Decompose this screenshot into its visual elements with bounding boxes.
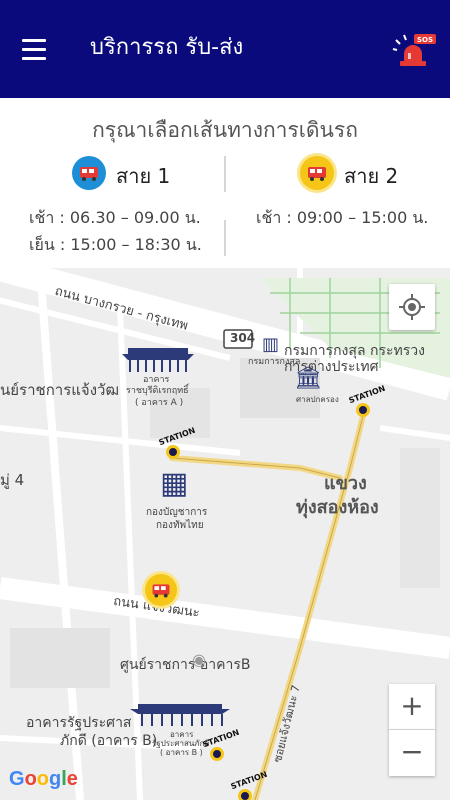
route-1-morning-time: เช้า : 06.30 – 09.00 น. (29, 208, 201, 227)
place-label: นย์ราชการแจ้งวัฒ (0, 381, 120, 399)
place-pin-icon: ◉ (192, 650, 206, 669)
station-marker[interactable]: STATION (200, 728, 240, 764)
my-location-button[interactable] (389, 284, 435, 330)
place-label: กองทัพไทย (156, 520, 204, 531)
station-marker[interactable]: STATION (156, 426, 196, 462)
place-label: กรมการกงสุล (248, 357, 301, 367)
station-dot-icon (238, 789, 252, 800)
hamburger-line (22, 57, 46, 60)
my-location-icon (399, 294, 425, 320)
route-2-name: สาย 2 (344, 164, 399, 188)
route-1-name: สาย 1 (116, 164, 171, 188)
building-icon: 🏛 (294, 366, 322, 391)
place-label: มู่ 4 (0, 471, 25, 489)
google-logo: Google (9, 768, 78, 790)
place-label: ( อาคาร B ) (160, 748, 203, 757)
building-a-icon (122, 348, 194, 372)
hamburger-menu-icon (22, 39, 46, 42)
sos-button[interactable]: SOS (392, 32, 438, 68)
place-label: ศูนย์ราชการ อาคารB (120, 657, 251, 673)
menu-button[interactable] (22, 39, 48, 61)
station-dot-icon (210, 747, 224, 761)
zoom-out-button[interactable]: − (389, 730, 435, 776)
bus-location-marker[interactable] (145, 574, 177, 606)
district-label: ทุ่งสองห้อง (296, 497, 379, 518)
station-dot-icon (166, 445, 180, 459)
building-icon: ▦ (160, 466, 189, 501)
route-2-header: สาย 2 (300, 156, 440, 192)
route-1-option[interactable]: สาย 1 เช้า : 06.30 – 09.00 น. เย็น : 15:… (0, 156, 225, 256)
route-panel-title: กรุณาเลือกเส้นทางการเดินรถ (92, 118, 358, 142)
hamburger-line (22, 48, 46, 51)
route-1-evening-time: เย็น : 15:00 – 18:30 น. (29, 235, 202, 254)
route-number-label: 304 (230, 331, 256, 345)
route-2-option[interactable]: สาย 2 เช้า : 09:00 – 15:00 น. (226, 156, 450, 256)
app-bar: บริการรถ รับ-ส่ง SOS (0, 0, 450, 98)
building-icon: ▥ (262, 334, 280, 355)
bus-icon (152, 584, 170, 598)
building-b-icon (130, 704, 230, 726)
sos-siren-icon: SOS (392, 34, 436, 66)
sos-label: SOS (417, 36, 433, 44)
station-marker[interactable]: STATION (346, 384, 386, 420)
station-dot-icon (356, 403, 370, 417)
place-label: ( อาคาร A ) (135, 398, 184, 408)
app-title: บริการรถ รับ-ส่ง (90, 35, 244, 60)
bus-icon (300, 156, 334, 190)
place-label: ศาลปกครอง (296, 395, 339, 404)
place-label: ภักดี (อาคาร B) (60, 733, 158, 749)
bus-icon (72, 156, 106, 190)
zoom-in-button[interactable]: + (389, 684, 435, 730)
route-2-morning-time: เช้า : 09:00 – 15:00 น. (256, 208, 429, 227)
route-1-header: สาย 1 (72, 156, 212, 192)
station-marker[interactable]: STATION (228, 770, 268, 800)
map-view[interactable]: 304 ถนน บางกรวย - กรุงเทพ ถนน แจ้งวัฒนะ … (0, 268, 450, 800)
route-panel: กรุณาเลือกเส้นทางการเดินรถ สาย 1 เช้า : … (0, 98, 450, 268)
